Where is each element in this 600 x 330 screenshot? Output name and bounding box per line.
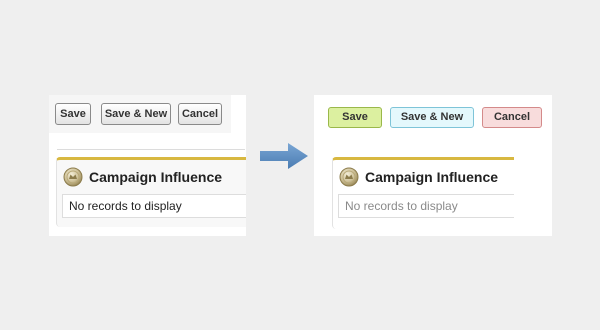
before-button-bar: Save Save & New Cancel [49, 95, 231, 133]
arrow-right-icon [260, 143, 308, 169]
campaign-influence-card: Campaign Influence No records to display [56, 157, 246, 227]
save-button[interactable]: Save [328, 107, 382, 128]
cancel-button[interactable]: Cancel [482, 107, 542, 128]
before-panel: Save Save & New Cancel Campaign Influenc… [49, 95, 246, 236]
empty-records-message: No records to display [62, 194, 246, 218]
card-title: Campaign Influence [89, 169, 223, 185]
save-and-new-button[interactable]: Save & New [390, 107, 474, 128]
card-title: Campaign Influence [365, 169, 499, 185]
card-header: Campaign Influence [339, 166, 514, 192]
cancel-button[interactable]: Cancel [178, 103, 222, 125]
card-header: Campaign Influence [63, 166, 246, 192]
coin-icon [339, 167, 359, 187]
after-panel: Save Save & New Cancel Campaign Influenc… [314, 95, 552, 236]
empty-records-message: No records to display [338, 194, 514, 218]
divider [57, 149, 245, 150]
save-and-new-button[interactable]: Save & New [101, 103, 171, 125]
coin-icon [63, 167, 83, 187]
save-button[interactable]: Save [55, 103, 91, 125]
campaign-influence-card: Campaign Influence No records to display [332, 157, 514, 229]
